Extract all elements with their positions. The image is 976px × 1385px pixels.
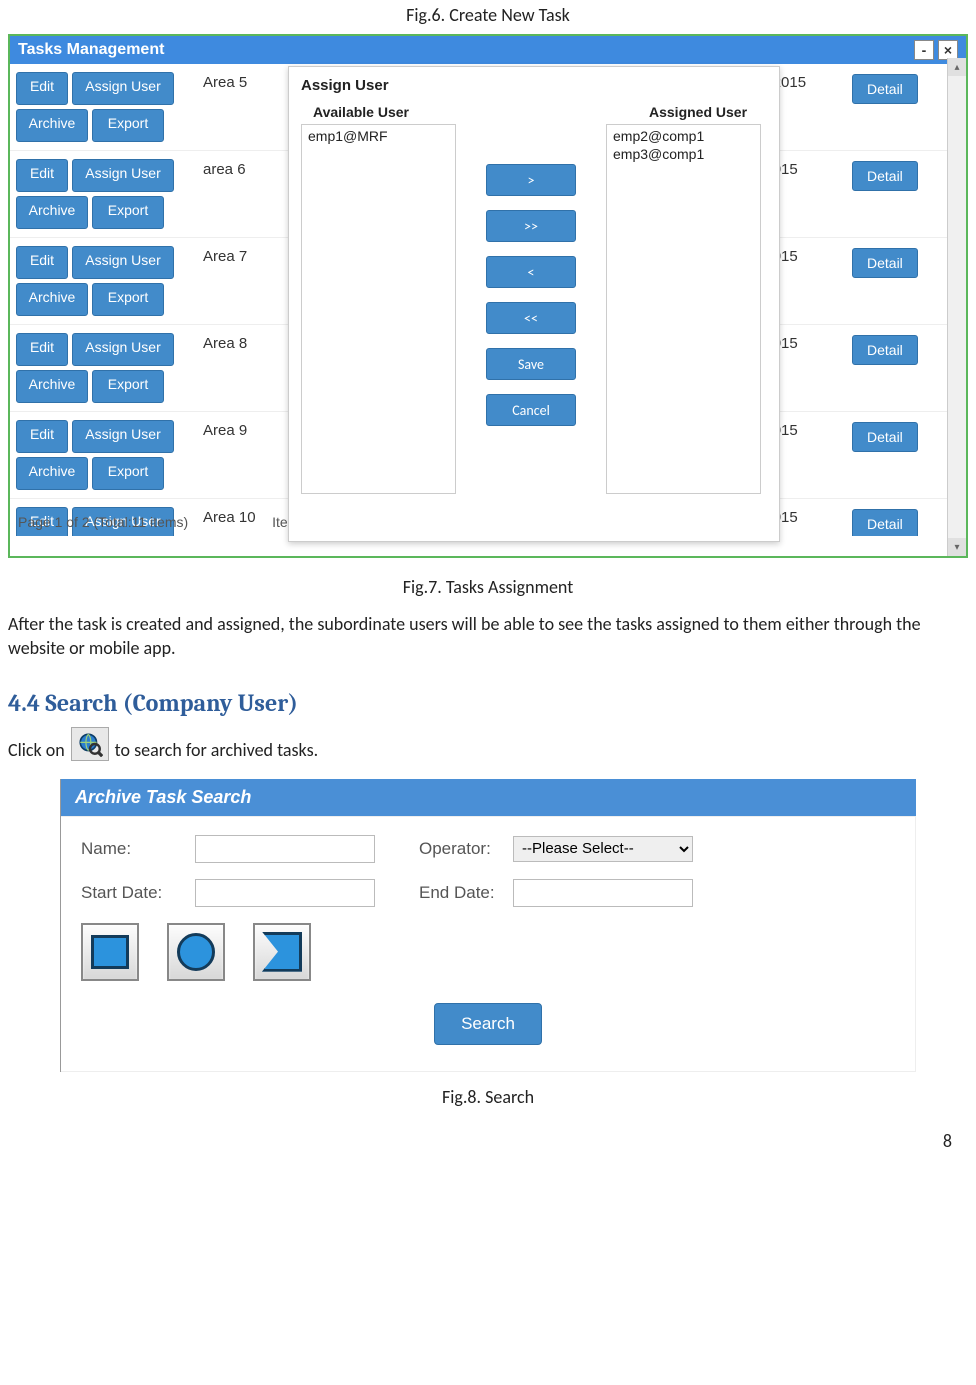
export-button[interactable]: Export	[92, 370, 164, 403]
move-right-button[interactable]: >	[486, 164, 576, 196]
page-number: 8	[943, 1130, 952, 1152]
assign-user-button[interactable]: Assign User	[72, 72, 174, 105]
start-date-input[interactable]	[195, 879, 375, 907]
fig8-caption: Fig.8. Search	[0, 1086, 976, 1108]
list-item[interactable]: emp2@comp1	[611, 127, 756, 145]
minimize-button[interactable]: -	[914, 40, 934, 60]
start-date-label: Start Date:	[81, 883, 181, 903]
list-item[interactable]: emp3@comp1	[611, 145, 756, 163]
polygon-shape-icon[interactable]	[253, 923, 311, 981]
move-all-left-button[interactable]: <<	[486, 302, 576, 334]
name-input[interactable]	[195, 835, 375, 863]
assigned-users-list[interactable]: emp2@comp1 emp3@comp1	[606, 124, 761, 494]
tasks-management-screenshot: Tasks Management - × Edit Assign User Ar…	[8, 34, 968, 558]
globe-search-icon	[71, 727, 109, 761]
name-label: Name:	[81, 839, 181, 859]
assign-user-button[interactable]: Assign User	[72, 159, 174, 192]
detail-button[interactable]: Detail	[852, 422, 918, 452]
modal-title: Assign User	[289, 67, 779, 100]
end-date-input[interactable]	[513, 879, 693, 907]
scroll-down-icon[interactable]: ▾	[948, 538, 966, 556]
detail-button[interactable]: Detail	[852, 335, 918, 365]
assigned-header: Assigned User	[625, 100, 755, 124]
export-button[interactable]: Export	[92, 109, 164, 142]
edit-button[interactable]: Edit	[16, 72, 68, 105]
archive-button[interactable]: Archive	[16, 283, 88, 316]
pagination-footer: Page 1 of 2 (Total:11 items) Items	[18, 514, 306, 530]
close-button[interactable]: ×	[938, 40, 958, 60]
save-button[interactable]: Save	[486, 348, 576, 380]
edit-button[interactable]: Edit	[16, 420, 68, 453]
detail-button[interactable]: Detail	[852, 74, 918, 104]
archive-search-title: Archive Task Search	[61, 779, 916, 816]
window-title: Tasks Management	[18, 41, 164, 59]
edit-button[interactable]: Edit	[16, 159, 68, 192]
move-all-right-button[interactable]: >>	[486, 210, 576, 242]
page-info: Page 1 of 2 (Total:11 items)	[18, 514, 188, 530]
export-button[interactable]: Export	[92, 457, 164, 490]
operator-select[interactable]: --Please Select--	[513, 836, 693, 862]
inline-text-before: Click on	[8, 739, 65, 761]
cancel-button[interactable]: Cancel	[486, 394, 576, 426]
archive-button[interactable]: Archive	[16, 109, 88, 142]
archive-button[interactable]: Archive	[16, 457, 88, 490]
detail-button[interactable]: Detail	[852, 161, 918, 191]
detail-button[interactable]: Detail	[852, 248, 918, 278]
available-users-list[interactable]: emp1@MRF	[301, 124, 456, 494]
assign-user-button[interactable]: Assign User	[72, 246, 174, 279]
available-header: Available User	[289, 100, 493, 124]
detail-button[interactable]: Detail	[852, 509, 918, 536]
fig6-caption: Fig.6. Create New Task	[0, 4, 976, 26]
edit-button[interactable]: Edit	[16, 246, 68, 279]
end-date-label: End Date:	[419, 883, 499, 903]
move-left-button[interactable]: <	[486, 256, 576, 288]
assign-user-button[interactable]: Assign User	[72, 333, 174, 366]
body-paragraph: After the task is created and assigned, …	[8, 612, 968, 661]
list-item[interactable]: emp1@MRF	[306, 127, 451, 145]
assign-user-button[interactable]: Assign User	[72, 420, 174, 453]
export-button[interactable]: Export	[92, 283, 164, 316]
vertical-scrollbar[interactable]: ▴ ▾	[947, 58, 966, 556]
rectangle-shape-icon[interactable]	[81, 923, 139, 981]
search-button[interactable]: Search	[434, 1003, 542, 1045]
archive-button[interactable]: Archive	[16, 196, 88, 229]
operator-label: Operator:	[419, 839, 499, 859]
circle-shape-icon[interactable]	[167, 923, 225, 981]
inline-text-after: to search for archived tasks.	[115, 739, 318, 761]
fig7-caption: Fig.7. Tasks Assignment	[0, 576, 976, 598]
archive-button[interactable]: Archive	[16, 370, 88, 403]
scroll-up-icon[interactable]: ▴	[948, 58, 966, 76]
edit-button[interactable]: Edit	[16, 333, 68, 366]
section-heading: 4.4 Search (Company User)	[8, 689, 968, 717]
archive-search-screenshot: Archive Task Search Name: Operator: --Pl…	[60, 779, 916, 1072]
window-titlebar: Tasks Management - ×	[10, 36, 966, 64]
export-button[interactable]: Export	[92, 196, 164, 229]
click-on-text: Click on to search for archived tasks.	[8, 727, 968, 761]
assign-user-modal: Assign User Available User Assigned User…	[288, 66, 780, 542]
